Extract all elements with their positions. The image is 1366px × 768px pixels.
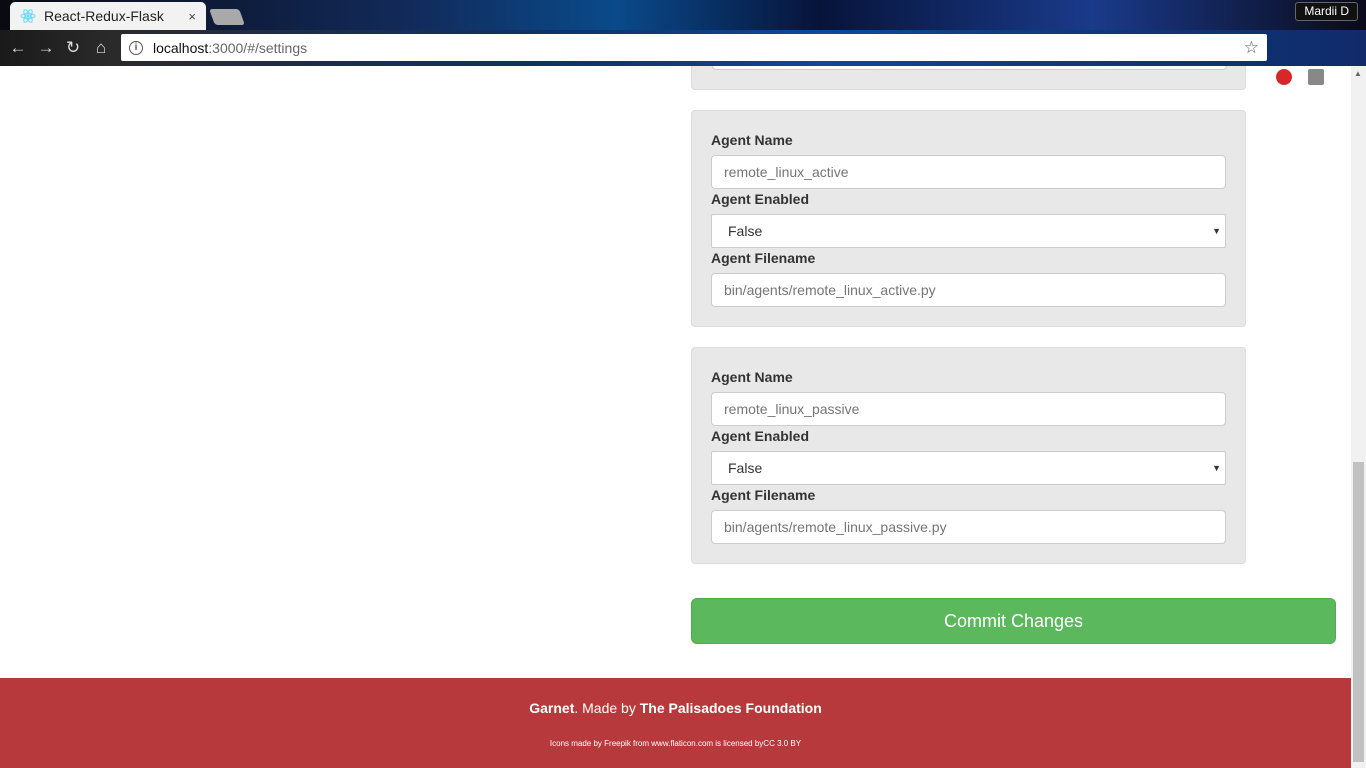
agent-enabled-value: False bbox=[728, 460, 763, 476]
agent-filename-input[interactable] bbox=[712, 66, 1227, 70]
scroll-up-icon[interactable]: ▲ bbox=[1354, 69, 1362, 78]
footer-credit-line: Garnet. Made by The Palisadoes Foundatio… bbox=[0, 700, 1351, 716]
footer-org-link[interactable]: The Palisadoes Foundation bbox=[640, 700, 822, 716]
footer-icon-credits: Icons made by Freepik from www.flaticon.… bbox=[549, 739, 802, 748]
forward-arrow-icon[interactable]: → bbox=[36, 38, 56, 58]
close-tab-icon[interactable]: × bbox=[188, 9, 196, 24]
page-content: Agent Name Agent Enabled False ▼ Agent F… bbox=[0, 66, 1351, 768]
bookmark-star-icon[interactable]: ☆ bbox=[1244, 38, 1259, 58]
agent-name-input[interactable] bbox=[711, 392, 1226, 426]
profile-button[interactable]: Mardii D bbox=[1295, 2, 1358, 21]
agent-name-label: Agent Name bbox=[711, 132, 793, 148]
address-bar[interactable]: i localhost:3000/#/settings ☆ bbox=[121, 34, 1267, 61]
agent-card: Agent Name Agent Enabled False ▼ Agent F… bbox=[691, 110, 1246, 327]
url-path: :3000/#/settings bbox=[208, 39, 308, 56]
agent-enabled-label: Agent Enabled bbox=[711, 428, 810, 444]
new-tab-button[interactable] bbox=[209, 9, 245, 25]
agent-filename-label: Agent Filename bbox=[711, 487, 816, 503]
chevron-down-icon: ▼ bbox=[1212, 463, 1221, 473]
footer-made-by: . Made by bbox=[574, 700, 640, 716]
scrollbar-thumb[interactable] bbox=[1353, 462, 1364, 762]
agent-name-input[interactable] bbox=[711, 155, 1226, 189]
home-icon[interactable]: ⌂ bbox=[91, 38, 111, 58]
browser-tab[interactable]: React-Redux-Flask × bbox=[10, 2, 206, 30]
react-icon bbox=[20, 9, 36, 23]
agent-name-label: Agent Name bbox=[711, 369, 793, 385]
browser-tab-strip: React-Redux-Flask × Mardii D bbox=[0, 0, 1366, 30]
agent-enabled-label: Agent Enabled bbox=[711, 191, 810, 207]
agent-card-previous bbox=[691, 66, 1246, 90]
page-scrollbar[interactable]: ▲ bbox=[1351, 66, 1366, 768]
agent-enabled-value: False bbox=[728, 223, 763, 239]
agent-enabled-select[interactable]: False ▼ bbox=[711, 451, 1226, 485]
tab-title: React-Redux-Flask bbox=[44, 8, 164, 24]
agent-filename-label: Agent Filename bbox=[711, 250, 816, 266]
agent-enabled-select[interactable]: False ▼ bbox=[711, 214, 1226, 248]
agent-filename-input[interactable] bbox=[711, 273, 1226, 307]
agent-filename-input[interactable] bbox=[711, 510, 1226, 544]
footer: Garnet. Made by The Palisadoes Foundatio… bbox=[0, 678, 1351, 768]
footer-brand: Garnet bbox=[529, 700, 575, 716]
chevron-down-icon: ▼ bbox=[1212, 226, 1221, 236]
back-arrow-icon[interactable]: ← bbox=[8, 38, 28, 58]
reload-icon[interactable]: ↻ bbox=[63, 38, 83, 58]
info-icon[interactable]: i bbox=[129, 40, 143, 55]
agent-card: Agent Name Agent Enabled False ▼ Agent F… bbox=[691, 347, 1246, 564]
commit-changes-button[interactable]: Commit Changes bbox=[691, 598, 1336, 644]
url-host: localhost bbox=[153, 39, 209, 56]
